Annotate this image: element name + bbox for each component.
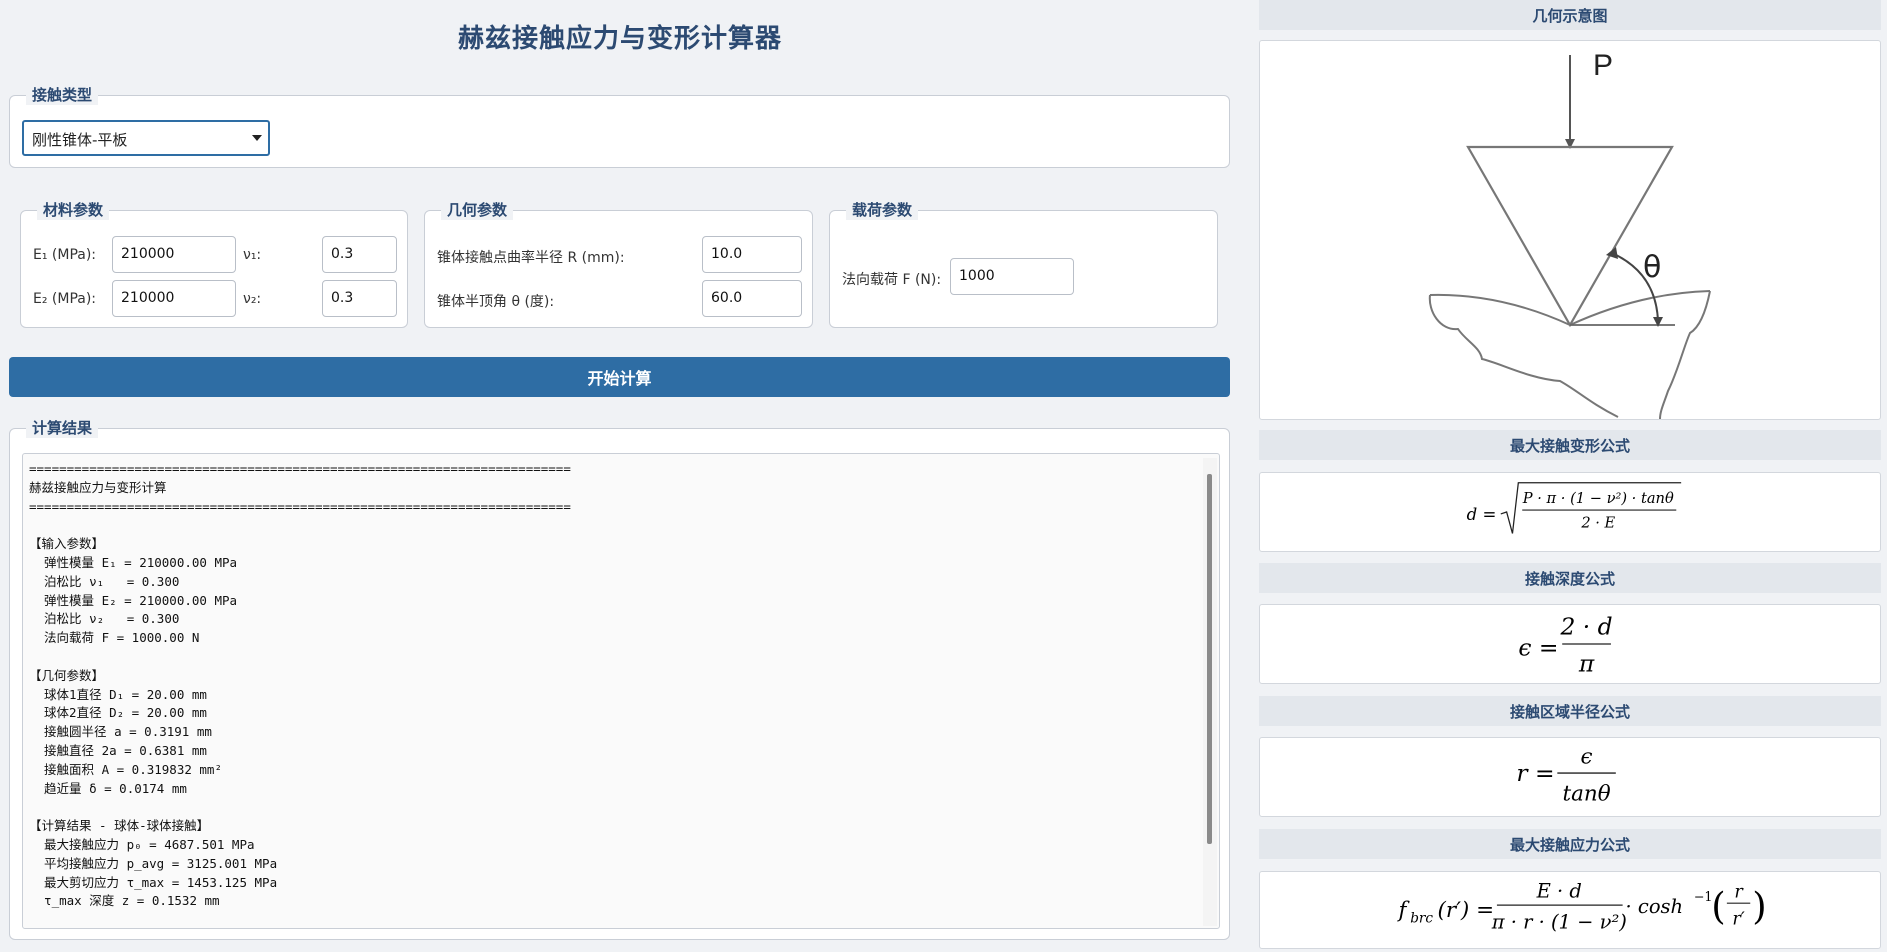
stress-formula-superscript: −1 <box>1694 889 1713 904</box>
contact-type-selected-value: 刚性锥体-平板 <box>32 131 128 149</box>
diagram-header: 几何示意图 <box>1259 0 1881 30</box>
stress-formula-lhs-arg: (r′) = <box>1437 898 1494 923</box>
load-group: 载荷参数 法向载荷 F (N): 1000 <box>829 199 1218 328</box>
deform-formula-numerator: P · π · (1 − ν²) · tanθ <box>1522 490 1674 507</box>
radius-formula-header: 接触区域半径公式 <box>1259 696 1881 726</box>
cone-shape <box>1466 145 1674 328</box>
radius-formula-denominator: tanθ <box>1563 781 1611 806</box>
e2-label: E₂ (MPa): <box>33 291 97 307</box>
deform-formula: d = P · π · (1 − ν²) · tanθ 2 · E <box>1467 482 1682 534</box>
normal-load-input[interactable]: 1000 <box>950 258 1074 295</box>
contact-type-group: 接触类型 刚性锥体-平板 <box>9 84 1230 168</box>
deform-formula-denominator: 2 · E <box>1580 515 1615 532</box>
v2-input[interactable]: 0.3 <box>322 280 397 317</box>
v1-label: ν₁: <box>243 247 262 263</box>
body-outline-left <box>1428 294 1619 418</box>
e2-input[interactable]: 210000 <box>112 280 236 317</box>
stress-formula-cosh: · cosh <box>1626 895 1684 918</box>
load-group-title: 载荷参数 <box>846 199 919 220</box>
side-pane: 几何示意图 P θ 最大接触变形公式 d = P · π · (1 − ν²) … <box>1259 0 1881 952</box>
stress-formula-header: 最大接触应力公式 <box>1259 829 1881 859</box>
depth-formula-denominator: π <box>1578 649 1595 677</box>
results-group-title: 计算结果 <box>26 417 99 438</box>
main-pane: 赫兹接触应力与变形计算器 接触类型 刚性锥体-平板 材料参数 E₁ (MPa):… <box>0 0 1240 952</box>
depth-formula: ϵ = 2 · d π <box>1518 612 1612 677</box>
v1-input[interactable]: 0.3 <box>322 236 397 273</box>
cone-radius-label: 锥体接触点曲率半径 R (mm): <box>437 250 625 266</box>
contact-type-group-title: 接触类型 <box>26 84 99 105</box>
stress-formula-numerator: E · d <box>1536 879 1582 902</box>
radius-formula-box: r = ϵ tanθ <box>1259 737 1881 817</box>
contact-type-select[interactable]: 刚性锥体-平板 <box>22 120 270 156</box>
body-outline-right <box>1659 290 1711 420</box>
load-label: P <box>1593 49 1613 82</box>
chevron-down-icon <box>252 135 262 141</box>
cone-contact-diagram: P θ <box>1428 49 1711 420</box>
geometry-group: 几何参数 锥体接触点曲率半径 R (mm): 10.0 锥体半顶角 θ (度):… <box>424 199 813 328</box>
depth-formula-numerator: 2 · d <box>1559 612 1612 640</box>
stress-formula-lhs: f <box>1397 898 1411 923</box>
half-angle-label: 锥体半顶角 θ (度): <box>437 294 555 310</box>
angle-label: θ <box>1643 250 1661 285</box>
results-textarea[interactable]: ========================================… <box>22 453 1220 929</box>
calculate-button[interactable]: 开始计算 <box>9 357 1230 397</box>
right-paren: ) <box>1752 885 1766 928</box>
depth-formula-box: ϵ = 2 · d π <box>1259 604 1881 684</box>
cone-radius-input[interactable]: 10.0 <box>702 236 802 273</box>
deform-formula-box: d = P · π · (1 − ν²) · tanθ 2 · E <box>1259 472 1881 552</box>
stress-formula-inner-numerator: r <box>1734 882 1744 902</box>
stress-formula-box: f brc (r′) = E · d π · r · (1 − ν²) · co… <box>1259 871 1881 949</box>
radius-formula: r = ϵ tanθ <box>1516 744 1616 806</box>
results-scrollbar-thumb[interactable] <box>1207 474 1212 844</box>
v2-label: ν₂: <box>243 291 262 307</box>
radius-formula-lhs: r = <box>1516 759 1554 787</box>
deform-formula-lhs: d = <box>1467 505 1497 524</box>
diagram-box: P θ <box>1259 40 1881 420</box>
depth-formula-header: 接触深度公式 <box>1259 563 1881 593</box>
material-group-title: 材料参数 <box>37 199 110 220</box>
stress-formula-denominator: π · r · (1 − ν²) <box>1491 911 1627 934</box>
e1-label: E₁ (MPa): <box>33 247 97 263</box>
normal-load-label: 法向载荷 F (N): <box>842 272 942 288</box>
stress-formula: f brc (r′) = E · d π · r · (1 − ν²) · co… <box>1397 879 1767 934</box>
material-group: 材料参数 E₁ (MPa): 210000 ν₁: 0.3 E₂ (MPa): … <box>20 199 408 328</box>
e1-input[interactable]: 210000 <box>112 236 236 273</box>
half-angle-input[interactable]: 60.0 <box>702 280 802 317</box>
stress-formula-lhs-subscript: brc <box>1410 911 1433 927</box>
results-text: ========================================… <box>29 461 571 909</box>
page-title: 赫兹接触应力与变形计算器 <box>457 24 782 54</box>
depth-formula-lhs: ϵ = <box>1518 634 1558 662</box>
surface-line <box>1429 290 1711 327</box>
radius-formula-numerator: ϵ <box>1581 744 1593 769</box>
deform-formula-header: 最大接触变形公式 <box>1259 430 1881 460</box>
left-paren: ( <box>1711 885 1725 928</box>
geometry-group-title: 几何参数 <box>441 199 514 220</box>
stress-formula-inner-denominator: r′ <box>1732 910 1744 930</box>
results-group: 计算结果 ===================================… <box>9 417 1230 940</box>
